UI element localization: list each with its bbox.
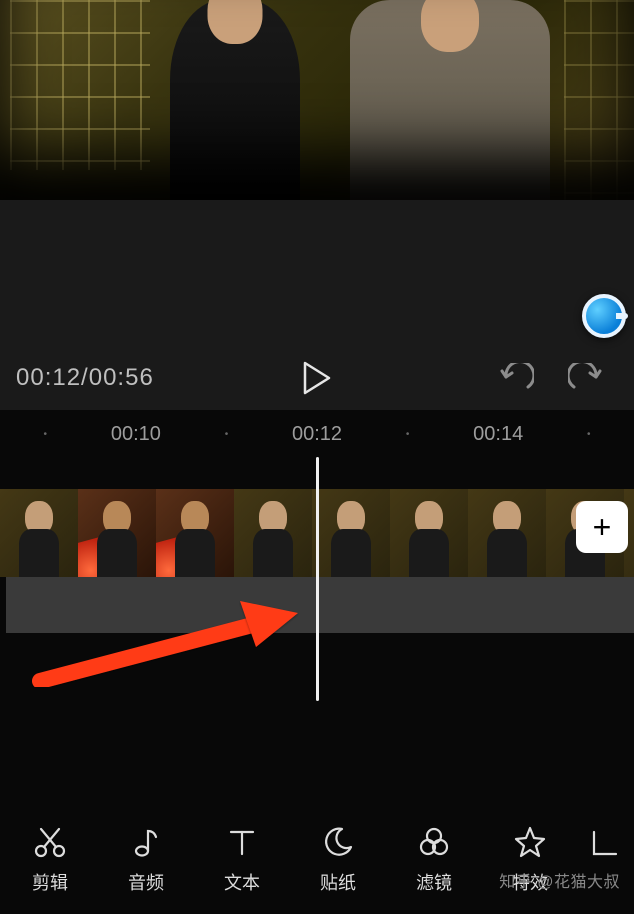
tool-audio[interactable]: 音频	[98, 825, 194, 895]
clip-thumbnail[interactable]	[390, 489, 468, 577]
ruler-tick-2: 00:12	[272, 423, 363, 446]
ruler-dot: •	[181, 429, 272, 440]
ruler-tick-1: 00:10	[91, 423, 182, 446]
undo-icon	[498, 363, 534, 395]
play-icon	[302, 361, 332, 395]
tool-cut[interactable]: 剪辑	[2, 825, 98, 895]
bottom-toolbar: 剪辑 音频 文本 贴纸 滤镜 特效	[0, 806, 634, 914]
overlap-circles-icon	[417, 825, 451, 859]
moon-icon	[321, 825, 355, 859]
timeline-ruler[interactable]: • 00:10 • 00:12 • 00:14 •	[0, 410, 634, 454]
video-preview[interactable]	[0, 0, 634, 200]
floating-shortcut-button[interactable]	[582, 294, 626, 338]
star-icon	[513, 825, 547, 859]
undo-button[interactable]	[498, 363, 534, 395]
preview-background	[0, 0, 634, 200]
music-note-icon	[129, 825, 163, 859]
ruler-dot: •	[362, 429, 453, 440]
clip-thumbnail[interactable]	[312, 489, 390, 577]
audio-track[interactable]	[6, 577, 634, 633]
playback-controls: 00:12/00:56	[0, 200, 634, 410]
tool-label: 滤镜	[416, 869, 452, 895]
text-icon	[225, 825, 259, 859]
clip-thumbnail[interactable]	[234, 489, 312, 577]
tool-label: 文本	[224, 869, 260, 895]
preview-vignette	[0, 0, 634, 200]
clip-thumbnail[interactable]	[156, 489, 234, 577]
watermark-text: 知乎 @花猫大叔	[499, 868, 620, 892]
add-clip-button[interactable]: +	[576, 501, 628, 553]
tool-filter[interactable]: 滤镜	[386, 825, 482, 895]
scissors-icon	[33, 825, 67, 859]
plus-icon: +	[593, 509, 612, 546]
redo-button[interactable]	[568, 363, 604, 395]
ruler-tick-3: 00:14	[453, 423, 544, 446]
clip-thumbnail[interactable]	[0, 489, 78, 577]
tool-label: 剪辑	[32, 869, 68, 895]
tool-label: 贴纸	[320, 869, 356, 895]
playhead[interactable]	[316, 457, 319, 701]
ruler-dot: •	[0, 429, 91, 440]
ruler-dot: •	[543, 429, 634, 440]
play-button[interactable]	[302, 361, 332, 395]
tool-text[interactable]: 文本	[194, 825, 290, 895]
tool-sticker[interactable]: 贴纸	[290, 825, 386, 895]
timeline[interactable]: +	[0, 489, 634, 794]
time-display: 00:12/00:56	[16, 364, 154, 392]
crop-icon	[588, 828, 618, 862]
clip-thumbnail[interactable]	[78, 489, 156, 577]
redo-icon	[568, 363, 604, 395]
tool-label: 音频	[128, 869, 164, 895]
clip-thumbnail[interactable]	[468, 489, 546, 577]
